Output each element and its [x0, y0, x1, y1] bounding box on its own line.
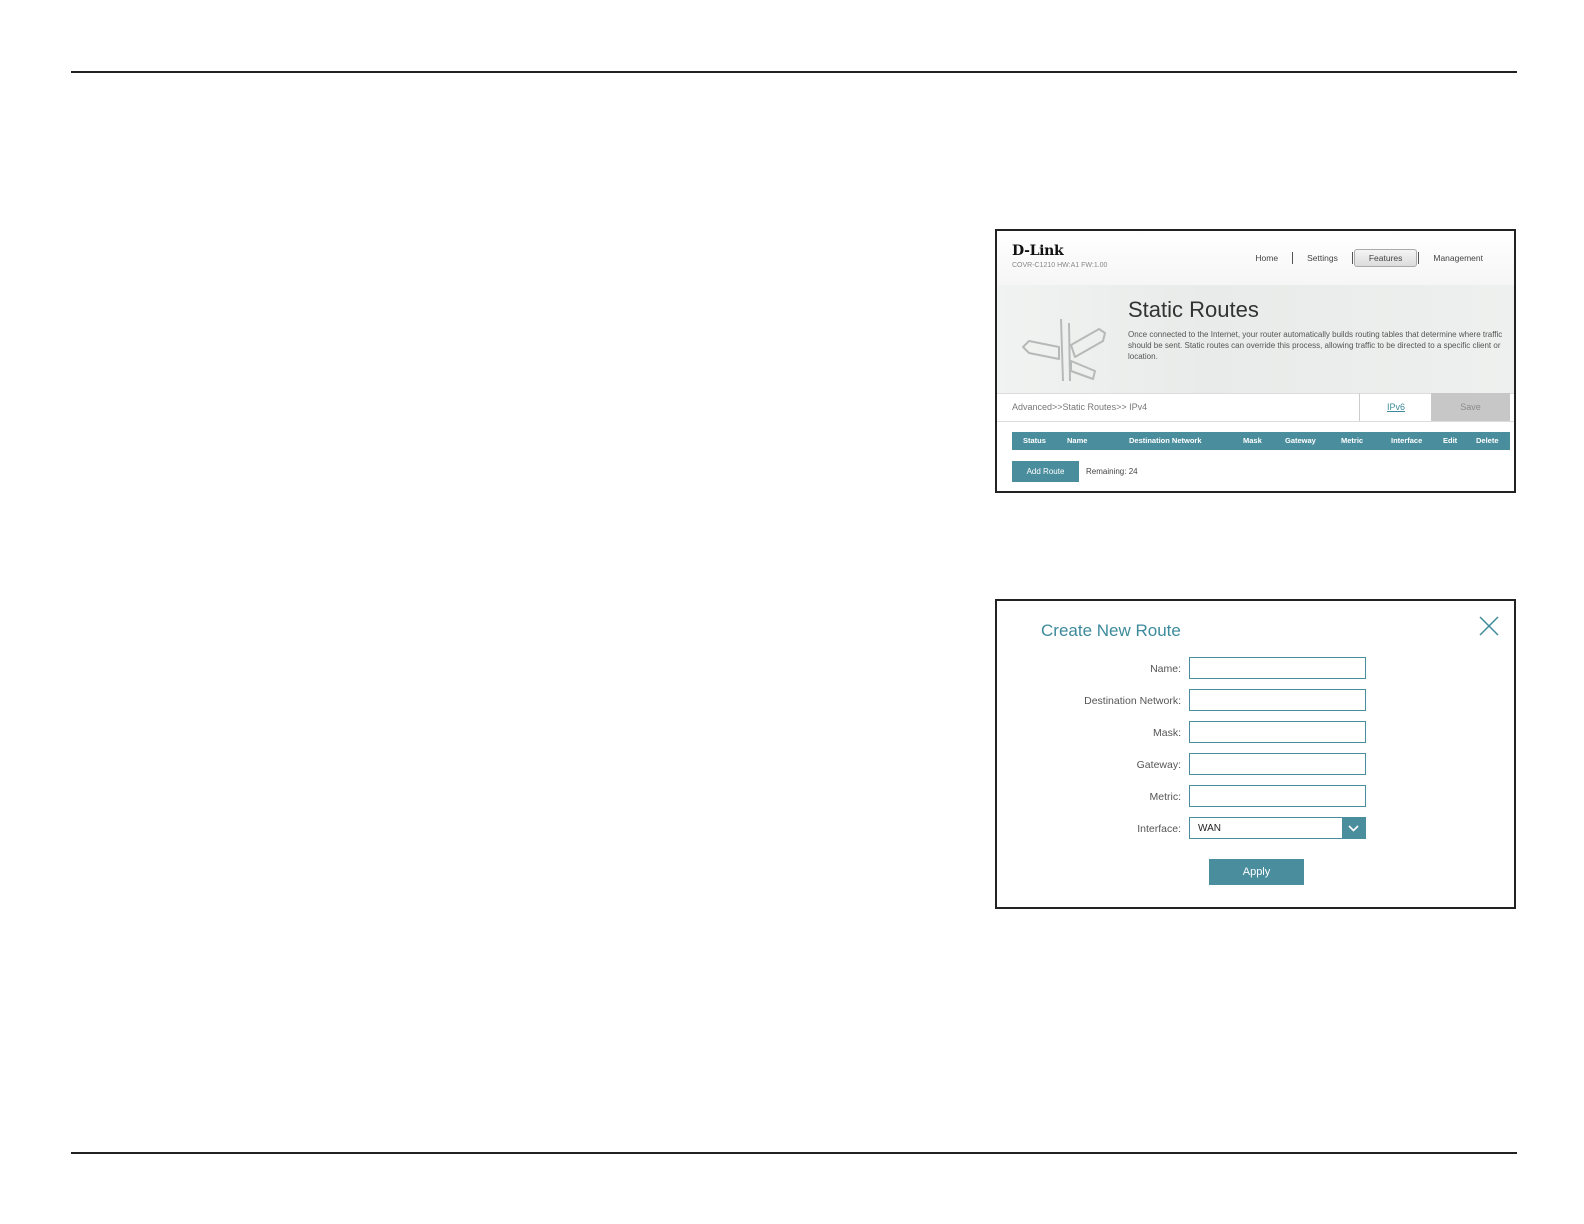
router-header: D-Link COVR-C1210 HW:A1 FW:1.00 Home Set… [997, 231, 1514, 286]
dialog-title: Create New Route [1041, 621, 1181, 640]
destination-network-input[interactable] [1189, 689, 1366, 711]
metric-label: Metric: [1149, 791, 1182, 803]
chevron-down-icon [1348, 825, 1359, 832]
mask-input[interactable] [1189, 721, 1366, 743]
gateway-row: Gateway: [997, 753, 1514, 777]
name-row: Name: [997, 657, 1514, 681]
signpost-icon [1022, 318, 1106, 382]
column-name: Name [1067, 436, 1088, 445]
mask-row: Mask: [997, 721, 1514, 745]
column-destination-network: Destination Network [1129, 436, 1202, 445]
column-metric: Metric [1341, 436, 1364, 445]
interface-select[interactable]: WAN [1189, 817, 1366, 839]
nav-settings[interactable]: Settings [1294, 250, 1351, 266]
model-info: COVR-C1210 HW:A1 FW:1.00 [1012, 262, 1108, 269]
close-icon[interactable] [1478, 615, 1500, 637]
column-mask: Mask [1243, 436, 1262, 445]
nav-features[interactable]: Features [1353, 249, 1418, 267]
column-gateway: Gateway [1285, 436, 1316, 445]
static-routes-screenshot: D-Link COVR-C1210 HW:A1 FW:1.00 Home Set… [995, 229, 1516, 493]
dlink-logo: D-Link [1012, 243, 1064, 259]
metric-row: Metric: [997, 785, 1514, 809]
select-arrow[interactable] [1342, 818, 1365, 838]
nav-separator [1418, 252, 1420, 264]
interface-row: Interface: WAN [997, 817, 1514, 841]
nav-separator [1351, 252, 1353, 264]
apply-button[interactable]: Apply [1209, 859, 1304, 885]
remaining-count: Remaining: 24 [1086, 467, 1138, 476]
column-edit: Edit [1443, 436, 1458, 445]
destination-row: Destination Network: [997, 689, 1514, 713]
interface-label: Interface: [1137, 823, 1181, 835]
main-nav: Home Settings Features Management [1242, 249, 1496, 267]
metric-input[interactable] [1189, 785, 1366, 807]
gateway-label: Gateway: [1136, 759, 1181, 771]
routes-table-header: Status Name Destination Network Mask Gat… [1012, 432, 1510, 450]
toolbar: Advanced>>Static Routes>> IPv4 IPv6 Save [997, 393, 1514, 422]
destination-label: Destination Network: [1084, 695, 1181, 707]
nav-home[interactable]: Home [1242, 250, 1291, 266]
column-interface: Interface [1391, 436, 1423, 445]
save-button[interactable]: Save [1431, 393, 1510, 421]
page-title: Static Routes [1128, 297, 1259, 322]
breadcrumb: Advanced>>Static Routes>> IPv4 [1012, 402, 1148, 412]
gateway-input[interactable] [1189, 753, 1366, 775]
mask-label: Mask: [1152, 727, 1181, 739]
name-input[interactable] [1189, 657, 1366, 679]
name-label: Name: [1150, 663, 1181, 675]
tab-ipv6[interactable]: IPv6 [1359, 393, 1433, 421]
top-divider [71, 71, 1517, 73]
column-status: Status [1023, 436, 1046, 445]
page-hero: Static Routes Once connected to the Inte… [997, 285, 1514, 394]
column-delete: Delete [1476, 436, 1499, 445]
add-route-button[interactable]: Add Route [1012, 461, 1079, 482]
nav-separator [1292, 252, 1294, 264]
interface-selected-value: WAN [1198, 823, 1221, 834]
bottom-divider [71, 1152, 1517, 1154]
create-route-dialog: Create New Route Name: Destination Netwo… [995, 599, 1516, 909]
nav-management[interactable]: Management [1420, 250, 1496, 266]
page-description: Once connected to the Internet, your rou… [1128, 330, 1503, 361]
